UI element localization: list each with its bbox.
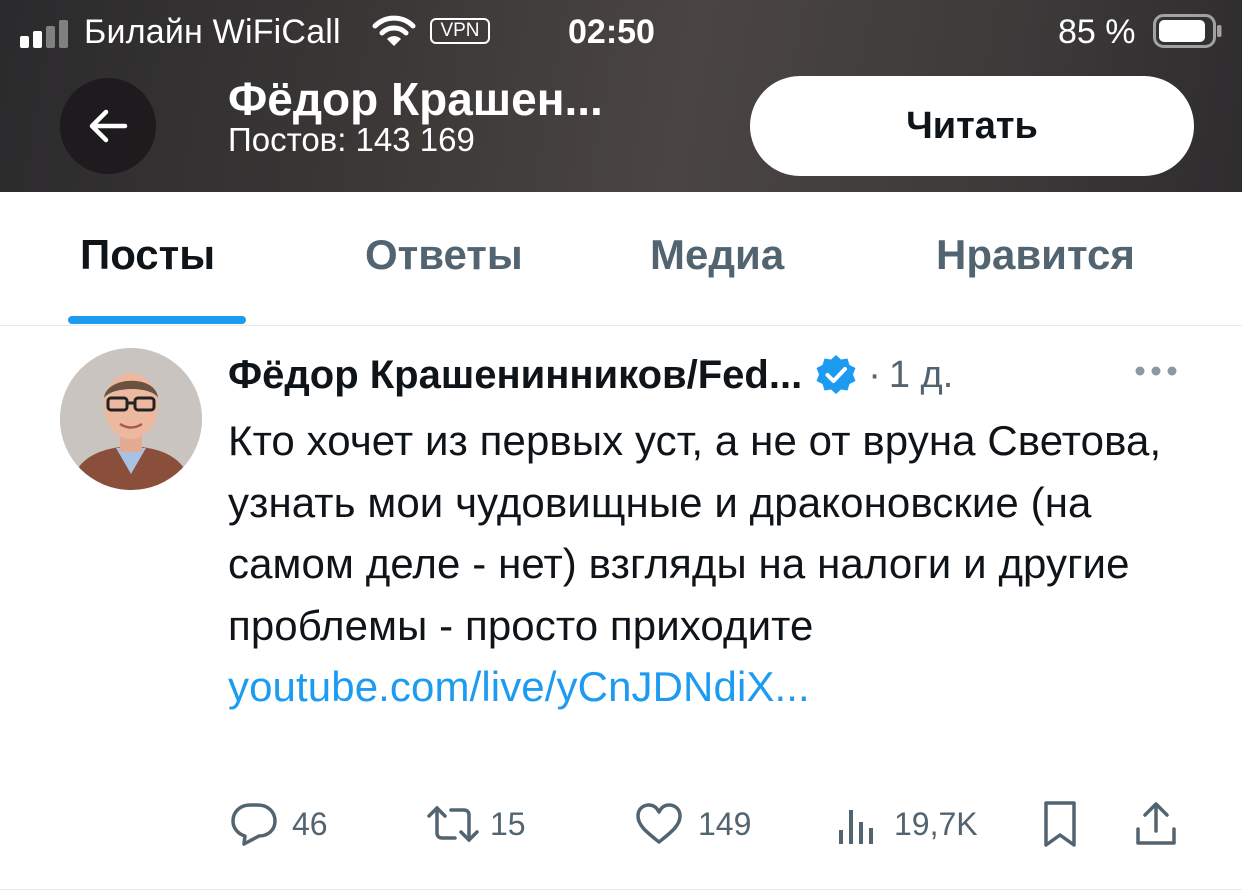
tweet-text: Кто хочет из первых уст, а не от вруна С… — [228, 410, 1188, 718]
profile-header: Билайн WiFiCall VPN 02:50 85 % Фёдор Кра… — [0, 0, 1242, 192]
share-button[interactable] — [1134, 796, 1178, 852]
cellular-signal-icon — [20, 20, 72, 48]
back-button[interactable] — [60, 78, 156, 174]
like-count: 149 — [698, 805, 752, 842]
views-button[interactable]: 19,7K — [836, 796, 978, 852]
status-time: 02:50 — [568, 13, 655, 51]
tab-likes[interactable]: Нравится — [936, 230, 1135, 280]
battery-percent: 85 % — [1058, 13, 1136, 51]
profile-name: Фёдор Крашен... — [228, 73, 603, 125]
tweet-age[interactable]: 1 д. — [889, 354, 953, 397]
profile-tabs: Посты Ответы Медиа Нравится — [0, 192, 1242, 326]
tab-posts[interactable]: Посты — [80, 230, 215, 280]
reply-icon — [231, 803, 277, 846]
tweet-link[interactable]: youtube.com/live/yCnJDNdiX... — [228, 663, 810, 710]
active-tab-indicator — [68, 316, 246, 324]
like-icon — [636, 803, 682, 844]
repost-count: 15 — [490, 805, 526, 842]
vpn-badge: VPN — [430, 18, 490, 44]
back-arrow-icon — [89, 109, 128, 143]
verified-badge-icon — [816, 355, 856, 394]
repost-button[interactable]: 15 — [426, 796, 526, 852]
view-count: 19,7K — [894, 805, 978, 842]
status-bar: Билайн WiFiCall VPN 02:50 85 % — [0, 0, 1242, 64]
reply-button[interactable]: 46 — [230, 796, 328, 852]
bookmark-icon — [1044, 801, 1076, 847]
views-icon — [839, 810, 873, 844]
like-button[interactable]: 149 — [634, 796, 751, 852]
tweet-body: Кто хочет из первых уст, а не от вруна С… — [228, 417, 1162, 649]
tab-replies[interactable]: Ответы — [365, 230, 523, 280]
tab-media[interactable]: Медиа — [650, 230, 784, 280]
post-count: Постов: 143 169 — [228, 121, 475, 158]
repost-icon — [427, 806, 479, 842]
tweet[interactable]: Фёдор Крашенинников/Fed... · 1 д. Кто хо… — [0, 326, 1242, 890]
wifi-icon — [372, 15, 416, 46]
separator-dot: · — [868, 353, 881, 396]
share-icon — [1136, 802, 1176, 845]
tweet-actions: 46 15 149 19,7K — [0, 796, 1242, 852]
reply-count: 46 — [292, 805, 328, 842]
bookmark-button[interactable] — [1040, 796, 1080, 852]
more-icon[interactable] — [1134, 364, 1178, 378]
avatar[interactable] — [60, 348, 202, 490]
battery-icon — [1153, 14, 1222, 48]
author-name[interactable]: Фёдор Крашенинников/Fed... — [228, 353, 802, 398]
carrier-name: Билайн WiFiCall — [84, 13, 341, 51]
follow-button[interactable]: Читать — [750, 76, 1194, 176]
tweet-header: Фёдор Крашенинников/Fed... · 1 д. — [228, 348, 953, 402]
